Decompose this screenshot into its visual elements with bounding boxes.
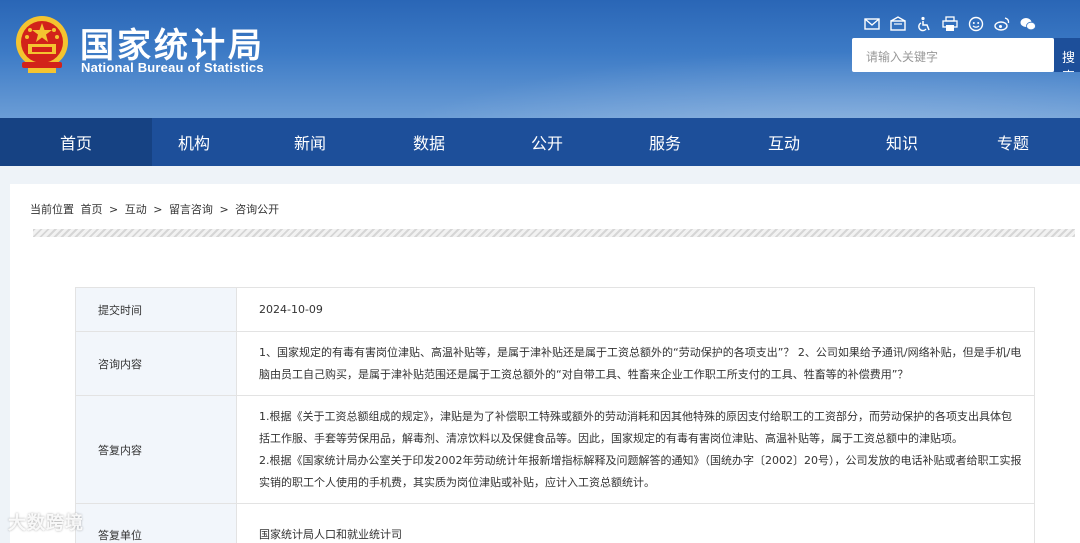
nav-item-topics[interactable]: 专题 [946,118,1080,166]
submit-time-value: 2024-10-09 [236,287,1035,332]
table-row: 答复单位 国家统计局人口和就业统计司 [75,503,1035,543]
mail-read-icon[interactable] [888,14,908,34]
nav-item-public[interactable]: 公开 [474,118,620,166]
submit-time-label: 提交时间 [75,287,237,332]
search-button[interactable]: 搜索 [1054,38,1080,72]
search-input[interactable]: 请输入关键字 [852,38,1054,72]
site-title-english[interactable]: National Bureau of Statistics [81,60,264,75]
breadcrumb-current[interactable]: 咨询公开 [235,203,279,216]
header-tools [862,14,1038,34]
breadcrumb-separator: > [219,203,229,216]
accessibility-icon[interactable] [914,14,934,34]
answer-text: 1.根据《关于工资总额组成的规定》，津贴是为了补偿职工特殊或额外的劳动消耗和因其… [236,395,1035,504]
watermark: 大数跨境 [8,513,84,534]
breadcrumb-separator: > [109,203,119,216]
breadcrumb-interaction[interactable]: 互动 [125,203,147,216]
question-text: 1、国家规定的有毒有害岗位津贴、高温补贴等，是属于津补贴还是属于工资总额外的“劳… [236,331,1035,396]
breadcrumb: 当前位置 首页 > 互动 > 留言咨询 > 咨询公开 [30,201,282,217]
weibo-icon[interactable] [992,14,1012,34]
nav-item-knowledge[interactable]: 知识 [858,118,946,166]
nav-item-service[interactable]: 服务 [620,118,710,166]
nav-item-data[interactable]: 数据 [384,118,474,166]
table-row: 答复内容 1.根据《关于工资总额组成的规定》，津贴是为了补偿职工特殊或额外的劳动… [75,395,1035,504]
answer-label: 答复内容 [75,395,237,504]
breadcrumb-label: 当前位置 [30,203,74,216]
wechat-icon[interactable] [1018,14,1038,34]
nav-item-home[interactable]: 首页 [0,118,152,166]
breadcrumb-home[interactable]: 首页 [81,203,103,216]
question-label: 咨询内容 [75,331,237,396]
answer-paragraph-2: 2.根据《国家统计局办公室关于印发2002年劳动统计年报新增指标解释及问题解答的… [259,453,1022,489]
unit-label: 答复单位 [75,503,237,543]
mail-icon[interactable] [862,14,882,34]
content-card: 当前位置 首页 > 互动 > 留言咨询 > 咨询公开 提交时间 2024-10-… [10,184,1080,543]
qa-table: 提交时间 2024-10-09 咨询内容 1、国家规定的有毒有害岗位津贴、高温补… [75,287,1035,543]
nav-item-institution[interactable]: 机构 [152,118,236,166]
breadcrumb-message[interactable]: 留言咨询 [169,203,213,216]
divider [33,229,1075,237]
nav-item-news[interactable]: 新闻 [236,118,384,166]
main-nav: 首页 机构 新闻 数据 公开 服务 互动 知识 专题 [0,118,1080,166]
unit-value: 国家统计局人口和就业统计司 [236,503,1035,543]
answer-paragraph-1: 1.根据《关于工资总额组成的规定》，津贴是为了补偿职工特殊或额外的劳动消耗和因其… [259,409,1012,445]
national-emblem-icon[interactable] [14,14,70,76]
table-row: 提交时间 2024-10-09 [75,287,1035,332]
table-row: 咨询内容 1、国家规定的有毒有害岗位津贴、高温补贴等，是属于津补贴还是属于工资总… [75,331,1035,396]
nav-item-interaction[interactable]: 互动 [710,118,858,166]
elder-mode-icon[interactable] [966,14,986,34]
print-icon[interactable] [940,14,960,34]
breadcrumb-separator: > [153,203,163,216]
